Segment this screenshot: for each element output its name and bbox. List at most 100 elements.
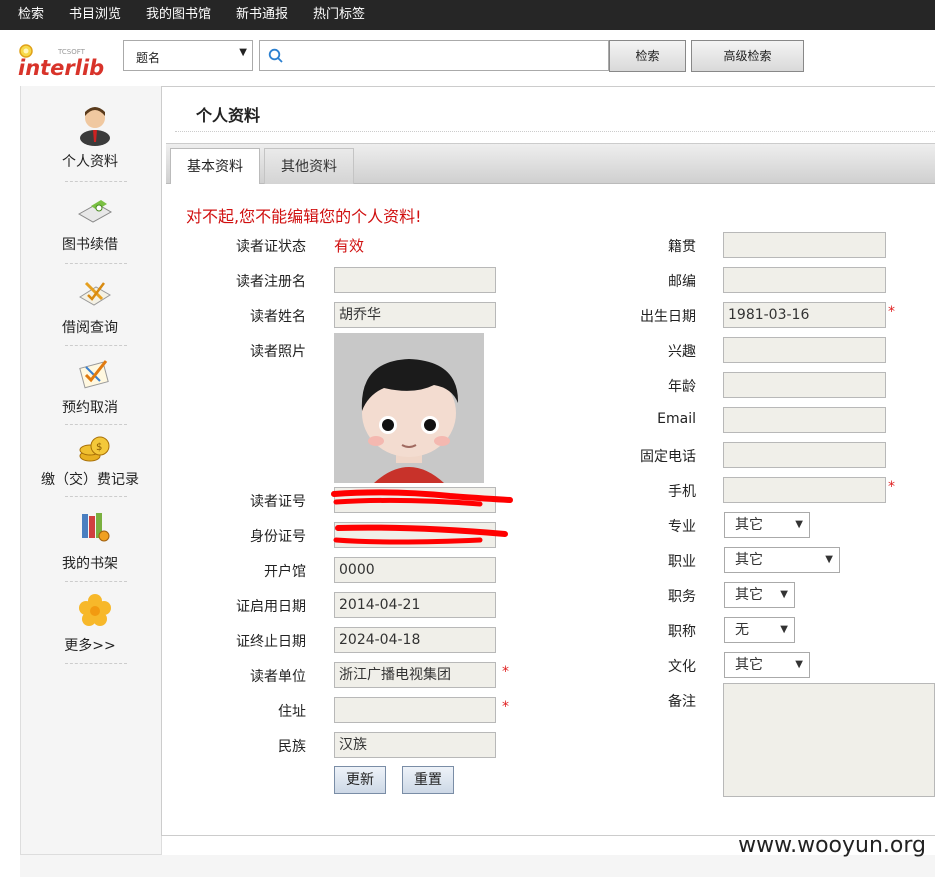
card-number-label: 读者证号 <box>250 494 306 510</box>
renew-book-icon <box>77 200 113 223</box>
warning-message: 对不起,您不能编辑您的个人资料! <box>186 207 422 226</box>
reg-name-label: 读者注册名 <box>236 274 306 290</box>
reset-button[interactable]: 重置 <box>402 766 454 794</box>
mobile-field[interactable] <box>723 477 886 503</box>
required-mark: * <box>502 699 509 715</box>
dropdown-arrow-icon: ▼ <box>239 47 247 58</box>
cartoon-avatar-image <box>334 333 484 483</box>
sidebar-item-borrow-query[interactable]: 借阅查询 <box>20 277 160 343</box>
coins-icon: $ <box>79 436 110 462</box>
user-avatar-icon <box>80 107 110 146</box>
title-divider <box>175 131 935 132</box>
nav-my-library[interactable]: 我的图书馆 <box>146 0 211 30</box>
education-select[interactable]: 其它 ▼ <box>724 652 810 678</box>
education-select-value: 其它 <box>735 657 763 673</box>
redaction-mark <box>333 524 508 545</box>
sidebar-item-fee-records[interactable]: $ 缴（交）费记录 <box>20 434 160 492</box>
sidebar-item-renew[interactable]: 图书续借 <box>20 196 160 262</box>
occupation-select[interactable]: 其它 ▼ <box>724 547 840 573</box>
title-rank-select-value: 无 <box>735 622 749 638</box>
sidebar-item-bookshelf[interactable]: 我的书架 <box>20 510 160 576</box>
branch-label: 开户馆 <box>264 564 306 580</box>
reader-name-label: 读者姓名 <box>250 309 306 325</box>
age-label: 年龄 <box>668 379 696 395</box>
major-select[interactable]: 其它 ▼ <box>724 512 810 538</box>
logo-text: interlib <box>18 56 104 80</box>
logo-small-text: TCSOFT <box>57 48 86 56</box>
search-field-value: 题名 <box>136 51 161 65</box>
title-rank-select[interactable]: 无 ▼ <box>724 617 795 643</box>
position-select-value: 其它 <box>735 587 763 603</box>
ethnicity-field[interactable]: 汉族 <box>334 732 496 758</box>
chevron-down-icon: ▼ <box>825 554 833 565</box>
svg-text:$: $ <box>96 442 102 453</box>
reader-unit-field[interactable]: 浙江广播电视集团 <box>334 662 496 688</box>
sidebar-divider <box>65 345 127 346</box>
sidebar-divider <box>65 181 127 182</box>
tab-basic-info[interactable]: 基本资料 <box>170 148 260 184</box>
position-select[interactable]: 其它 ▼ <box>724 582 795 608</box>
reg-name-field[interactable] <box>334 267 496 293</box>
sidebar-item-reservation-cancel[interactable]: 预约取消 <box>20 357 160 423</box>
search-field-select[interactable]: 题名 ▼ <box>123 40 253 71</box>
required-mark: * <box>502 664 509 680</box>
native-place-field[interactable] <box>723 232 886 258</box>
zip-code-field[interactable] <box>723 267 886 293</box>
title-rank-label: 职称 <box>668 624 696 640</box>
major-select-value: 其它 <box>735 517 763 533</box>
major-label: 专业 <box>668 519 696 535</box>
sidebar-label-renew: 图书续借 <box>62 237 118 253</box>
birth-date-label: 出生日期 <box>640 309 696 325</box>
hobby-field[interactable] <box>723 337 886 363</box>
native-place-label: 籍贯 <box>668 239 696 255</box>
sidebar-item-profile[interactable]: 个人资料 <box>20 104 160 182</box>
end-date-label: 证终止日期 <box>236 634 306 650</box>
id-number-label: 身份证号 <box>250 529 306 545</box>
branch-field[interactable]: 0000 <box>334 557 496 583</box>
age-field[interactable] <box>723 372 886 398</box>
bookshelf-icon <box>82 513 110 542</box>
search-icon <box>268 48 283 63</box>
email-field[interactable] <box>723 407 886 433</box>
sidebar-divider <box>65 581 127 582</box>
reader-unit-label: 读者单位 <box>250 669 306 685</box>
birth-date-field[interactable]: 1981-03-16 <box>723 302 886 328</box>
nav-search[interactable]: 检索 <box>18 0 44 30</box>
landline-field[interactable] <box>723 442 886 468</box>
education-label: 文化 <box>668 659 696 675</box>
hobby-label: 兴趣 <box>668 344 696 360</box>
occupation-label: 职业 <box>668 554 696 570</box>
remarks-textarea[interactable] <box>723 683 935 797</box>
watermark: www.wooyun.org <box>738 833 926 858</box>
sidebar-divider <box>65 263 127 264</box>
update-button[interactable]: 更新 <box>334 766 386 794</box>
chevron-down-icon: ▼ <box>795 519 803 530</box>
ethnicity-label: 民族 <box>278 739 306 755</box>
tab-other-info[interactable]: 其他资料 <box>264 148 354 184</box>
sidebar-divider <box>65 424 127 425</box>
reservation-cancel-icon <box>79 360 109 389</box>
nav-new-books[interactable]: 新书通报 <box>236 0 288 30</box>
zip-code-label: 邮编 <box>668 274 696 290</box>
reader-name-field[interactable]: 胡乔华 <box>334 302 496 328</box>
page-title: 个人资料 <box>196 106 261 125</box>
nav-hot-tags[interactable]: 热门标签 <box>313 0 365 30</box>
interlib-logo[interactable]: TCSOFT interlib <box>18 40 118 80</box>
reader-photo-label: 读者照片 <box>250 344 306 360</box>
sidebar-label-fee-records: 缴（交）费记录 <box>41 472 139 488</box>
required-mark: * <box>888 304 895 320</box>
search-button[interactable]: 检索 <box>609 40 686 72</box>
landline-label: 固定电话 <box>640 449 696 465</box>
start-date-field[interactable]: 2014-04-21 <box>334 592 496 618</box>
search-input[interactable] <box>259 40 609 71</box>
nav-browse[interactable]: 书目浏览 <box>69 0 121 30</box>
remarks-label: 备注 <box>668 694 696 710</box>
chevron-down-icon: ▼ <box>780 624 788 635</box>
occupation-select-value: 其它 <box>735 552 763 568</box>
redaction-mark <box>331 489 513 507</box>
address-field[interactable] <box>334 697 496 723</box>
advanced-search-button[interactable]: 高级检索 <box>691 40 804 72</box>
chevron-down-icon: ▼ <box>780 589 788 600</box>
sidebar-item-more[interactable]: 更多>> <box>20 593 160 655</box>
end-date-field[interactable]: 2024-04-18 <box>334 627 496 653</box>
